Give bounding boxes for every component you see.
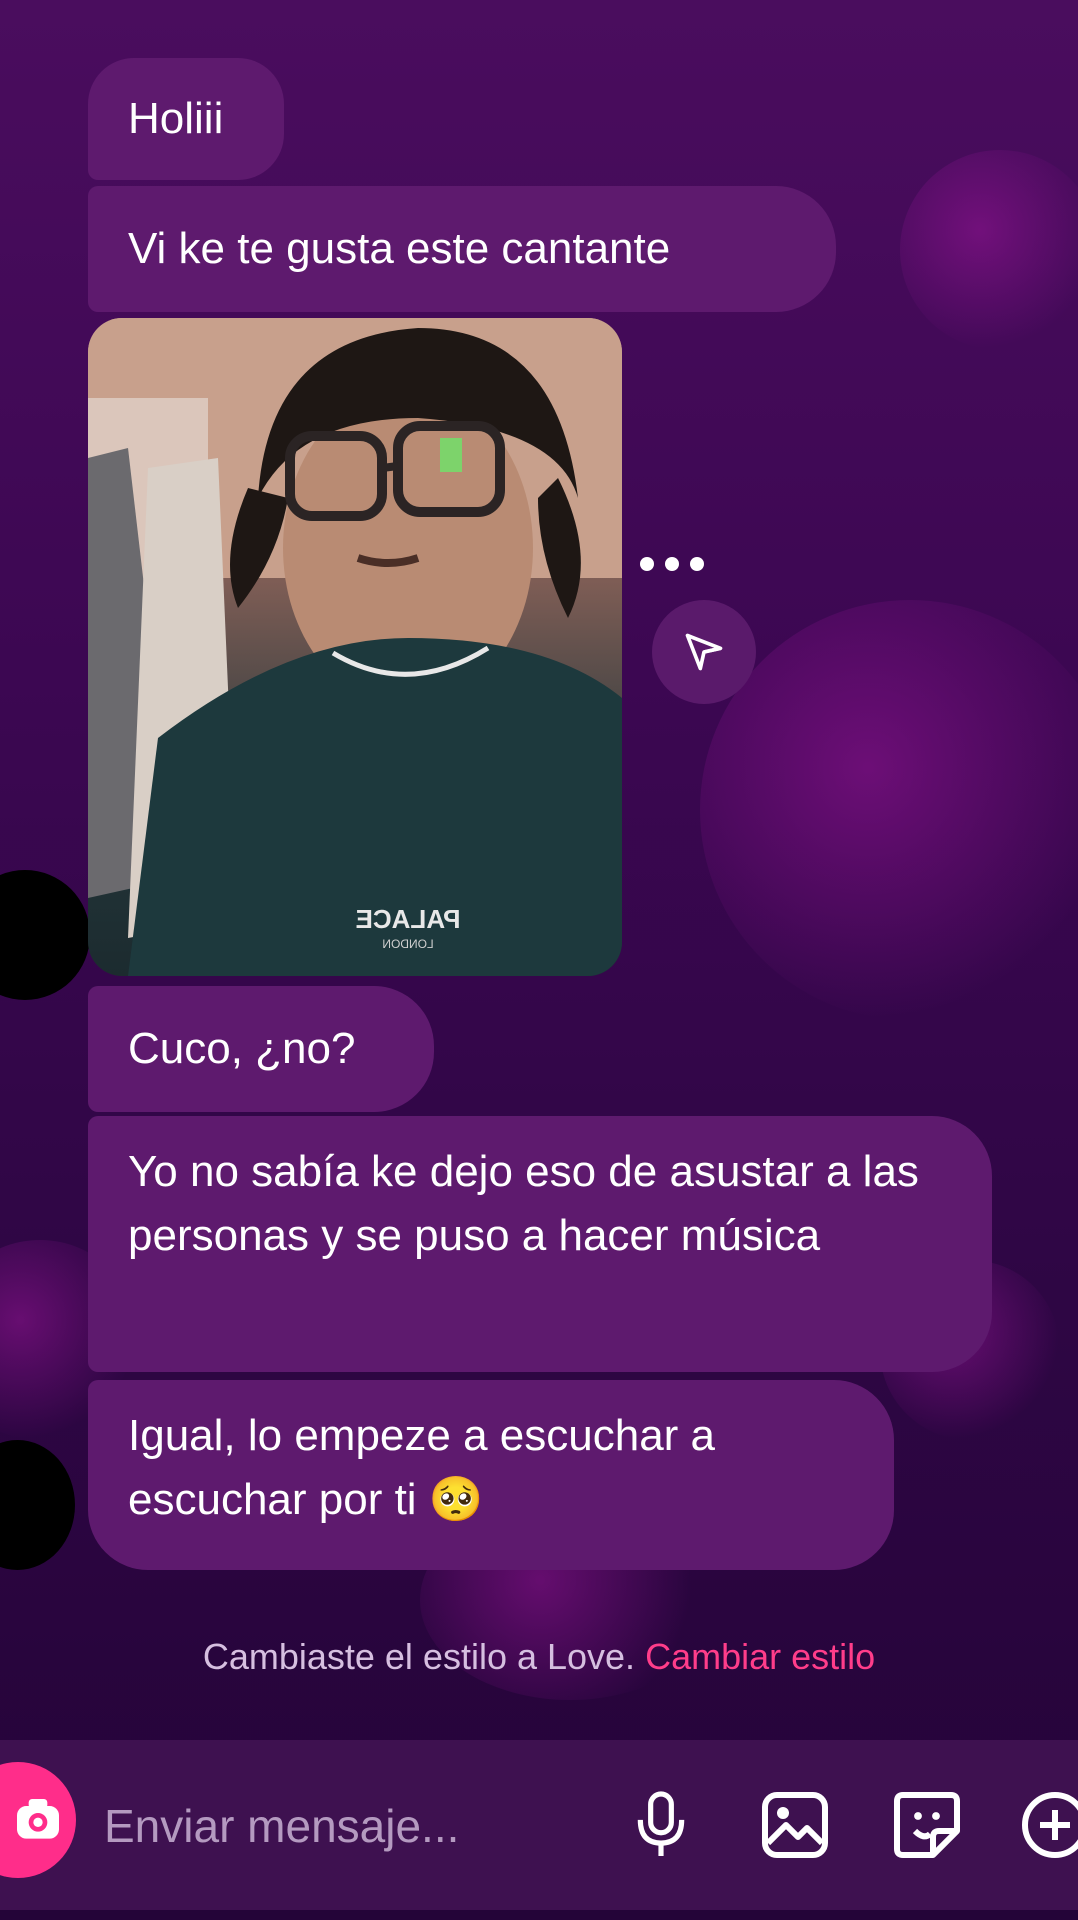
message-bubble[interactable]: Cuco, ¿no? [88,986,434,1112]
camera-icon [17,1799,59,1839]
share-button[interactable] [652,600,756,704]
message-input[interactable] [102,1790,586,1862]
microphone-icon [637,1791,685,1856]
sticker-button[interactable] [882,1780,972,1870]
message-bubble[interactable]: Yo no sabía ke dejo eso de asustar a las… [88,1116,992,1372]
chat-screen: Holiii Vi ke te gusta este cantante PALA… [0,0,1078,1920]
style-change-notice: Cambiaste el estilo a Love. Cambiar esti… [0,1636,1078,1678]
send-arrow-icon [685,633,723,671]
message-bubble[interactable]: Vi ke te gusta este cantante [88,186,836,312]
plus-icon [1022,1792,1078,1858]
add-button[interactable] [1010,1780,1078,1870]
message-bubble[interactable]: Igual, lo empeze a escuchar a escuchar p… [88,1380,894,1570]
shared-photo[interactable]: PALACE LONDON [88,318,622,976]
microphone-button[interactable] [616,1780,706,1870]
gallery-button[interactable] [750,1780,840,1870]
message-bubble[interactable]: Holiii [88,58,284,180]
notice-text: Cambiaste el estilo a Love. [202,1636,636,1677]
sticker-icon [894,1792,960,1858]
message-composer [0,1740,1078,1910]
background-heart [700,600,1078,1020]
more-dots-icon[interactable] [640,550,704,578]
camera-button[interactable] [0,1762,76,1878]
redaction-mark [0,1440,75,1570]
change-style-link[interactable]: Cambiar estilo [645,1636,875,1677]
photo-illustration: PALACE LONDON [88,318,622,976]
redaction-mark [0,870,90,1000]
image-gallery-icon [762,1792,828,1858]
shirt-logo-text: PALACE [356,904,461,934]
shirt-logo-subtext: LONDON [382,937,433,951]
background-heart [900,150,1078,350]
